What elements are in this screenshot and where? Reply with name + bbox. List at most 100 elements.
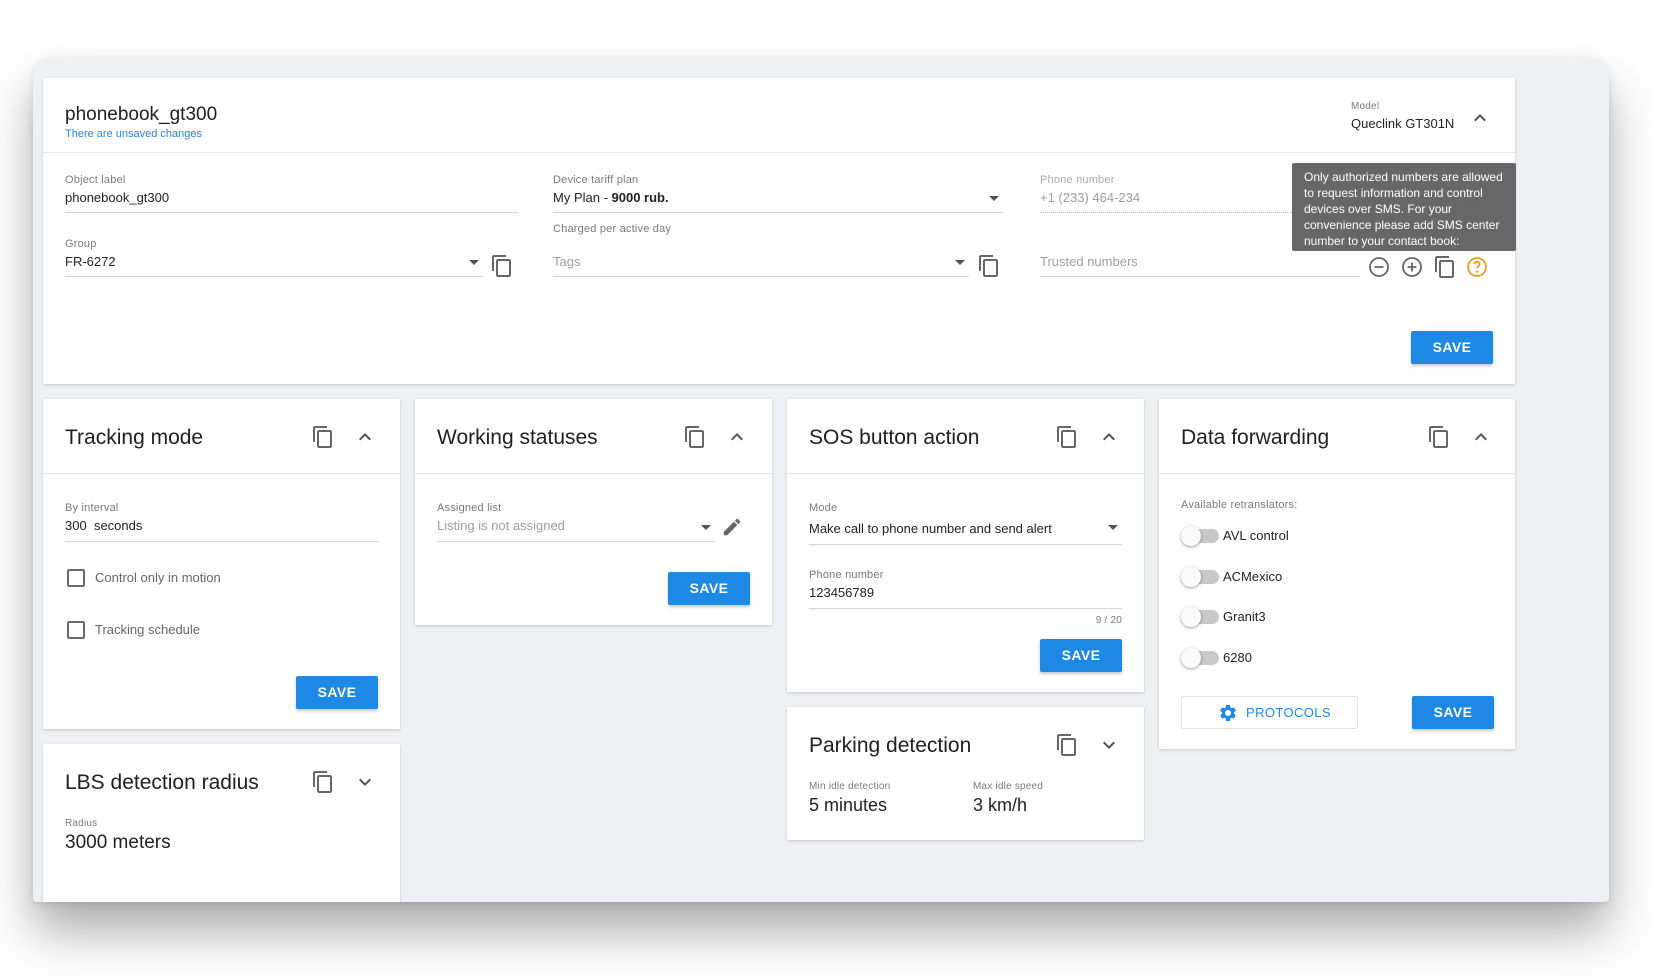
copy-icon[interactable] (311, 425, 335, 449)
card-title: Working statuses (437, 426, 598, 449)
lbs-radius-card: LBS detection radius Radius 3000 meters (43, 744, 400, 902)
tariff-hint: Charged per active day (553, 223, 672, 235)
card-title: Data forwarding (1181, 426, 1330, 449)
mode-select[interactable]: Make call to phone number and send alert (809, 521, 1122, 545)
card-title: Tracking mode (65, 426, 204, 449)
object-label-input[interactable]: phonebook_gt300 (65, 190, 518, 213)
sos-button-card: SOS button action Mode Make call to phon… (787, 399, 1144, 692)
assigned-list-select[interactable]: Listing is not assigned (437, 518, 715, 542)
protocols-button[interactable]: PROTOCOLS (1181, 696, 1358, 729)
copy-icon[interactable] (311, 770, 335, 794)
control-in-motion-label: Control only in motion (95, 570, 221, 585)
tags-select[interactable]: Tags (553, 254, 969, 277)
copy-icon[interactable] (1433, 255, 1457, 279)
object-settings-card: phonebook_gt300 There are unsaved change… (43, 78, 1516, 384)
app-window: phonebook_gt300 There are unsaved change… (33, 58, 1609, 902)
card-title: Parking detection (809, 734, 972, 757)
copy-icon[interactable] (490, 254, 514, 278)
chevron-up-icon[interactable] (1469, 425, 1493, 449)
add-circle-icon[interactable] (1400, 255, 1424, 279)
card-title: SOS button action (809, 426, 980, 449)
retranslator-label: 6280 (1223, 650, 1252, 665)
card-divider (43, 473, 400, 474)
card-divider (1159, 473, 1515, 474)
speed-caption: Max idle speed (973, 781, 1044, 792)
copy-icon[interactable] (977, 254, 1001, 278)
model-value: Queclink GT301N (1351, 116, 1455, 131)
save-label: SAVE (1433, 704, 1473, 720)
chevron-up-icon[interactable] (1097, 425, 1121, 449)
header-divider (43, 152, 1515, 153)
available-retranslators-caption: Available retranslators: (1181, 499, 1298, 511)
card-divider (415, 473, 772, 474)
dropdown-caret-icon (701, 525, 711, 530)
save-button[interactable]: SAVE (1411, 331, 1493, 364)
phone-caption: Phone number (1040, 174, 1115, 186)
chevron-up-icon[interactable] (353, 425, 377, 449)
chevron-up-icon[interactable] (725, 425, 749, 449)
sos-phone-caption: Phone number (809, 569, 884, 581)
retranslator-label: Granit3 (1223, 609, 1266, 624)
card-divider (787, 473, 1144, 474)
mode-caption: Mode (809, 502, 838, 514)
radius-value: 3000 meters (65, 832, 171, 853)
copy-icon[interactable] (683, 425, 707, 449)
group-value: FR-6272 (65, 254, 116, 269)
dropdown-caret-icon (989, 196, 999, 201)
idle-caption: Min idle detection (809, 781, 891, 792)
card-title: LBS detection radius (65, 771, 259, 794)
retranslator-toggle[interactable] (1181, 567, 1219, 587)
group-select[interactable]: FR-6272 (65, 254, 483, 277)
radius-caption: Radius (65, 818, 98, 829)
chevron-up-icon[interactable] (1468, 106, 1492, 130)
save-button[interactable]: SAVE (1040, 639, 1122, 672)
interval-input[interactable]: 300 seconds (65, 518, 378, 542)
help-circle-icon[interactable] (1465, 255, 1489, 279)
tracking-mode-card: Tracking mode By interval 300 seconds Co… (43, 399, 400, 729)
tariff-select[interactable]: My Plan - 9000 rub. (553, 190, 1003, 213)
tracking-schedule-label: Tracking schedule (95, 622, 201, 637)
copy-icon[interactable] (1427, 425, 1451, 449)
data-forwarding-card: Data forwarding Available retranslators:… (1159, 399, 1515, 749)
chevron-down-icon[interactable] (1097, 733, 1121, 757)
tracking-schedule-checkbox[interactable] (67, 621, 85, 639)
object-title: phonebook_gt300 (65, 104, 218, 125)
chevron-down-icon[interactable] (353, 770, 377, 794)
tariff-value-amount: 9000 rub. (611, 190, 669, 205)
protocols-label: PROTOCOLS (1246, 705, 1331, 720)
model-label: Model (1351, 101, 1380, 112)
parking-detection-card: Parking detection Min idle detection 5 m… (787, 707, 1144, 840)
assigned-list-placeholder: Listing is not assigned (437, 518, 565, 533)
save-button[interactable]: SAVE (668, 572, 750, 605)
save-label: SAVE (317, 684, 357, 700)
idle-value: 5 minutes (809, 795, 888, 815)
pencil-icon[interactable] (721, 516, 743, 538)
control-in-motion-checkbox[interactable] (67, 569, 85, 587)
copy-icon[interactable] (1055, 425, 1079, 449)
trusted-numbers-input[interactable]: Trusted numbers (1040, 254, 1360, 277)
save-button[interactable]: SAVE (296, 676, 378, 709)
phone-char-counter: 9 / 20 (1095, 615, 1122, 626)
object-label-caption: Object label (65, 174, 126, 186)
remove-circle-icon[interactable] (1367, 255, 1391, 279)
tags-placeholder: Tags (553, 254, 581, 269)
retranslator-label: ACMexico (1223, 569, 1283, 584)
working-statuses-card: Working statuses Assigned list Listing i… (415, 399, 772, 625)
retranslator-toggle[interactable] (1181, 526, 1219, 546)
interval-caption: By interval (65, 502, 119, 514)
mode-value: Make call to phone number and send alert (809, 521, 1052, 536)
tariff-caption: Device tariff plan (553, 174, 639, 186)
sos-phone-input[interactable]: 123456789 (809, 585, 1122, 609)
trusted-numbers-tooltip: Only authorized numbers are allowed to r… (1292, 163, 1516, 251)
save-label: SAVE (1061, 647, 1101, 663)
copy-icon[interactable] (1055, 733, 1079, 757)
save-button[interactable]: SAVE (1412, 696, 1494, 729)
dropdown-caret-icon (955, 260, 965, 265)
tariff-value-prefix: My Plan - (553, 190, 612, 205)
dropdown-caret-icon (1108, 525, 1118, 530)
assigned-list-caption: Assigned list (437, 502, 502, 514)
retranslator-toggle[interactable] (1181, 607, 1219, 627)
speed-value: 3 km/h (973, 795, 1028, 815)
interval-value: 300 (65, 518, 87, 533)
retranslator-toggle[interactable] (1181, 648, 1219, 668)
